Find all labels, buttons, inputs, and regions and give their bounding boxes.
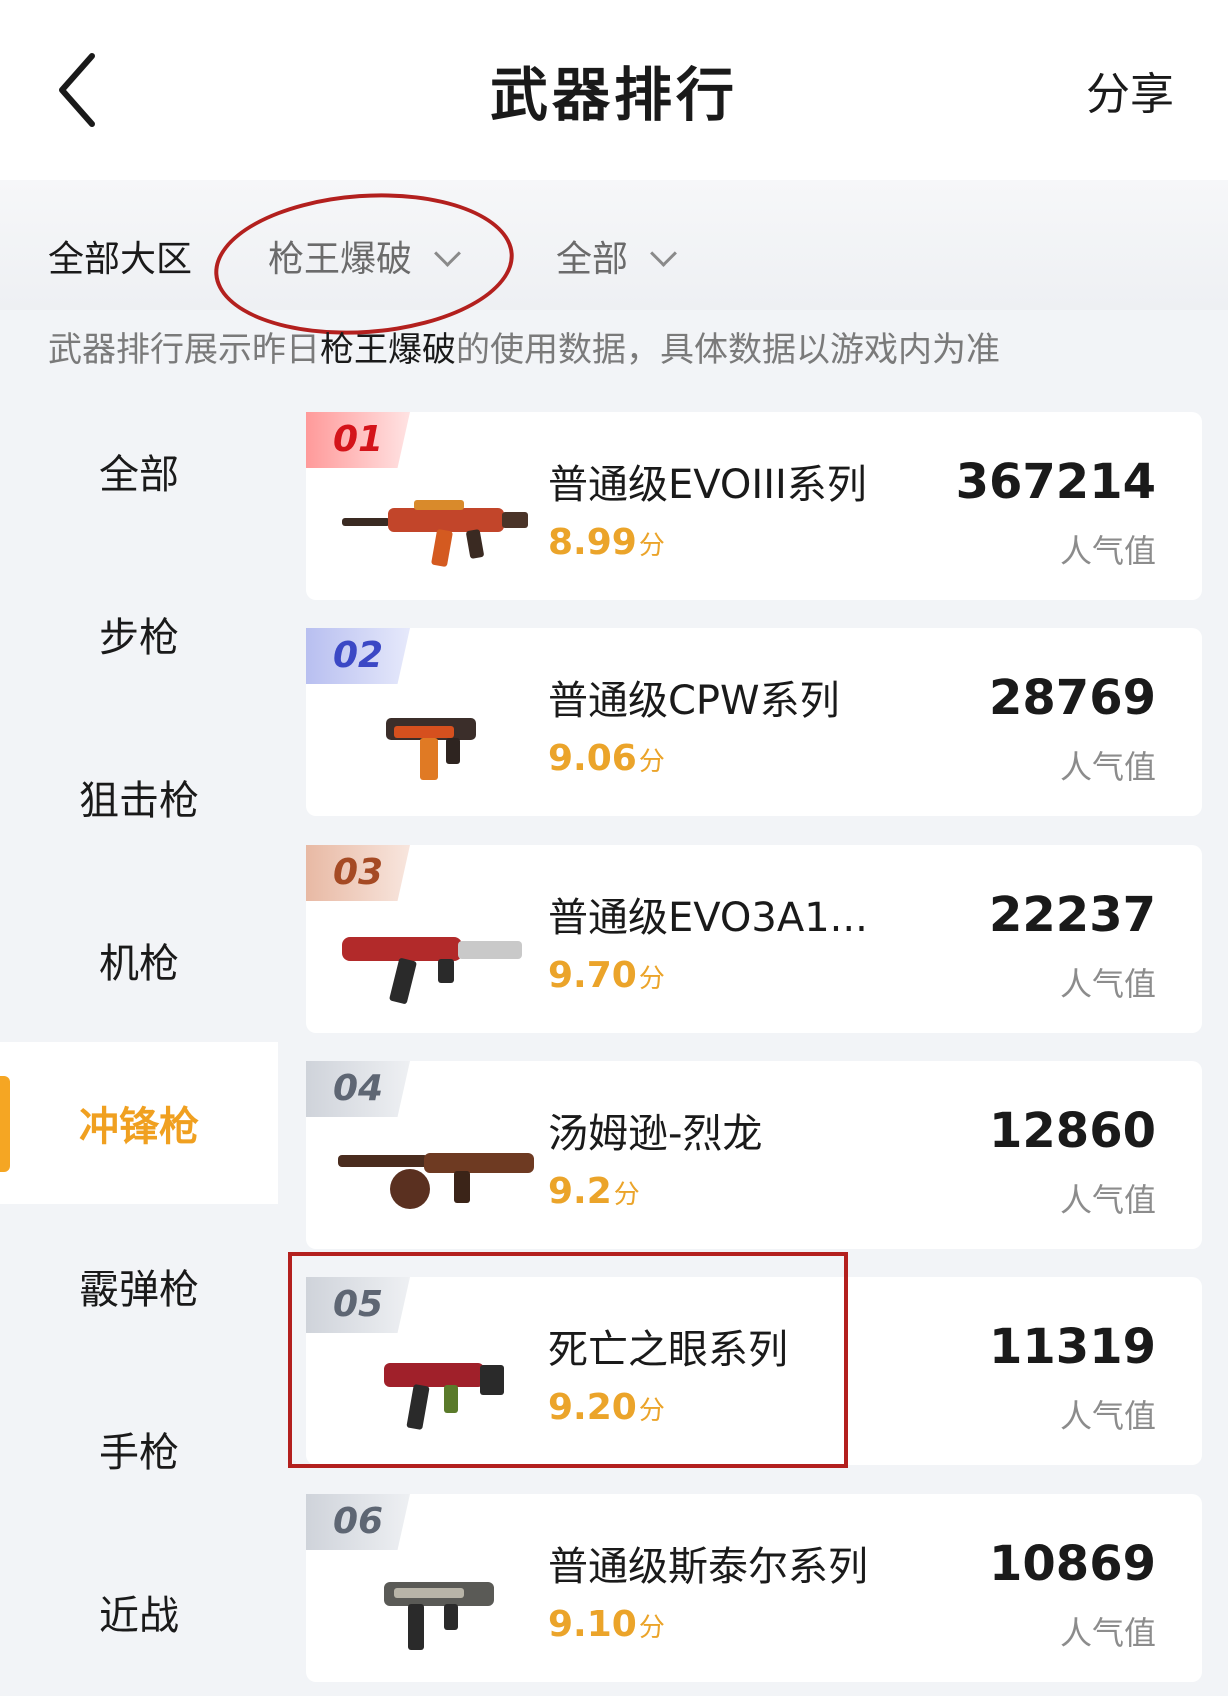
sidebar-item-rifle[interactable]: 步枪 — [0, 553, 278, 715]
score-value: 9.70 — [548, 955, 637, 996]
sidebar-item-shotgun[interactable]: 霰弹枪 — [0, 1205, 278, 1367]
popularity-value: 22237 — [989, 887, 1156, 943]
weapon-card[interactable]: 03 普通级EVO3A1... 9.70分 22237 人气值 — [306, 845, 1202, 1033]
annotation-box — [288, 1252, 848, 1468]
weapon-score: 9.06分 — [548, 738, 665, 779]
popularity-value: 28769 — [989, 670, 1156, 726]
weapon-name: 普通级EVO3A1... — [548, 895, 868, 941]
sidebar-item-smg[interactable]: 冲锋枪 — [0, 1042, 278, 1204]
popularity-label: 人气值 — [1059, 1181, 1156, 1219]
score-unit: 分 — [638, 964, 665, 994]
subset-filter[interactable]: 全部 — [556, 230, 677, 282]
popularity-value: 367214 — [955, 454, 1156, 510]
rank-badge: 03 — [306, 845, 410, 901]
page-title: 武器排行 — [489, 61, 738, 129]
smg-image — [342, 500, 528, 567]
sidebar-item-all[interactable]: 全部 — [0, 390, 278, 552]
weapon-card[interactable]: 04 汤姆逊-烈龙 9.2分 12860 人气值 — [306, 1061, 1202, 1249]
category-sidebar: 全部 步枪 狙击枪 机枪 冲锋枪 霰弹枪 手枪 近战 — [0, 390, 278, 1696]
score-unit: 分 — [638, 1613, 665, 1643]
score-value: 9.06 — [548, 738, 637, 779]
weapon-name: 汤姆逊-烈龙 — [548, 1111, 763, 1157]
smg-image — [386, 718, 476, 780]
notice-text: 武器排行展示昨日枪王爆破的使用数据，具体数据以游戏内为准 — [48, 322, 1000, 371]
score-value: 8.99 — [548, 522, 637, 563]
weapon-name: 普通级CPW系列 — [548, 678, 840, 724]
rank-badge: 06 — [306, 1494, 410, 1550]
popularity-value: 10869 — [989, 1536, 1156, 1592]
popularity-label: 人气值 — [1059, 748, 1156, 786]
popularity-label: 人气值 — [1059, 1397, 1156, 1435]
notice-mode: 枪王爆破 — [320, 330, 456, 370]
share-button[interactable]: 分享 — [1086, 58, 1174, 122]
score-unit: 分 — [613, 1180, 640, 1210]
weapon-card[interactable]: 06 普通级斯泰尔系列 9.10分 10869 人气值 — [306, 1494, 1202, 1682]
rank-badge: 02 — [306, 628, 410, 684]
score-value: 9.10 — [548, 1604, 637, 1645]
filter-bar: 全部大区 枪王爆破 全部 — [0, 180, 1228, 310]
notice-suffix: 的使用数据，具体数据以游戏内为准 — [456, 330, 1000, 370]
rank-badge: 01 — [306, 412, 410, 468]
top-bar: 武器排行 分享 — [0, 0, 1228, 180]
weapon-name: 普通级EVOIII系列 — [548, 462, 867, 508]
rank-badge: 04 — [306, 1061, 410, 1117]
smg-image — [338, 1153, 534, 1209]
subset-filter-label: 全部 — [556, 239, 629, 280]
popularity-value: 12860 — [989, 1103, 1156, 1159]
score-unit: 分 — [638, 531, 665, 561]
weapon-card[interactable]: 01 普通级EVOIII系列 8.99分 367214 人气值 — [306, 412, 1202, 600]
weapon-score: 9.10分 — [548, 1604, 665, 1645]
popularity-label: 人气值 — [1059, 1614, 1156, 1652]
sidebar-item-melee[interactable]: 近战 — [0, 1531, 278, 1693]
weapon-score: 8.99分 — [548, 522, 665, 563]
sidebar-item-pistol[interactable]: 手枪 — [0, 1368, 278, 1530]
notice-prefix: 武器排行展示昨日 — [48, 330, 320, 370]
region-filter[interactable]: 全部大区 — [48, 230, 192, 282]
popularity-label: 人气值 — [1059, 532, 1156, 570]
smg-image — [342, 937, 522, 1004]
weapon-card[interactable]: 02 普通级CPW系列 9.06分 28769 人气值 — [306, 628, 1202, 816]
score-unit: 分 — [638, 747, 665, 777]
weapon-score: 9.70分 — [548, 955, 665, 996]
sidebar-item-sniper[interactable]: 狙击枪 — [0, 716, 278, 878]
weapon-score: 9.2分 — [548, 1171, 640, 1212]
smg-image — [384, 1582, 494, 1650]
sidebar-item-machine-gun[interactable]: 机枪 — [0, 879, 278, 1041]
score-value: 9.2 — [548, 1171, 612, 1212]
popularity-value: 11319 — [989, 1319, 1156, 1375]
chevron-down-icon — [650, 240, 677, 267]
popularity-label: 人气值 — [1059, 965, 1156, 1003]
weapon-name: 普通级斯泰尔系列 — [548, 1544, 868, 1590]
